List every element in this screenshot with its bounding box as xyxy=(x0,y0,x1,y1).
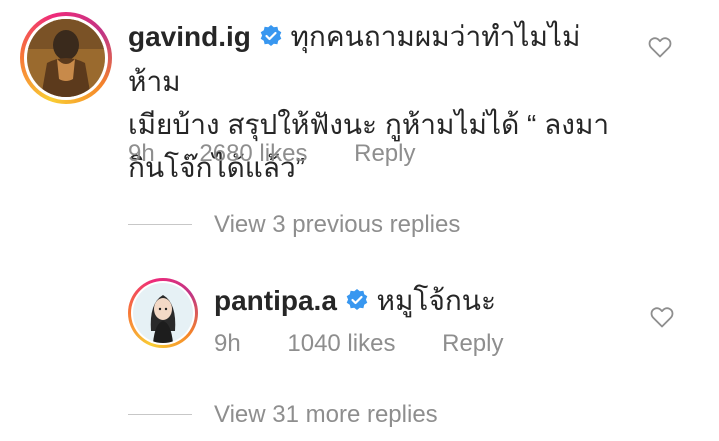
reply-text: pantipa.a หมูโจ้กนะ xyxy=(214,281,496,323)
view-previous-replies-link[interactable]: View 3 previous replies xyxy=(214,211,460,239)
avatar-photo xyxy=(27,19,105,97)
comment-username[interactable]: gavind.ig xyxy=(128,21,251,52)
illustrated-person-icon xyxy=(133,283,193,343)
thread-divider xyxy=(128,414,192,415)
comment-likes[interactable]: 2680 likes xyxy=(199,140,307,167)
view-more-replies-link[interactable]: View 31 more replies xyxy=(214,401,438,429)
thread-divider xyxy=(128,224,192,225)
person-photo-icon xyxy=(27,19,105,97)
reply-avatar-photo xyxy=(133,283,193,343)
reply-time: 9h xyxy=(214,330,241,357)
reply-avatar[interactable] xyxy=(128,278,198,348)
reply-reply-button[interactable]: Reply xyxy=(442,330,503,357)
comment-meta: 9h 2680 likes Reply xyxy=(128,140,455,168)
reply-body: หมูโจ้กนะ xyxy=(376,285,496,316)
verified-badge-icon xyxy=(259,17,283,60)
reply-like-heart-icon[interactable] xyxy=(650,306,674,333)
reply-username[interactable]: pantipa.a xyxy=(214,285,337,316)
reply-likes[interactable]: 1040 likes xyxy=(287,330,395,357)
comment-time: 9h xyxy=(128,140,155,167)
reply-meta: 9h 1040 likes Reply xyxy=(214,330,543,358)
comment-reply-button[interactable]: Reply xyxy=(354,140,415,167)
avatar[interactable] xyxy=(20,12,112,104)
like-heart-icon[interactable] xyxy=(648,36,672,63)
verified-badge-icon xyxy=(345,283,369,323)
